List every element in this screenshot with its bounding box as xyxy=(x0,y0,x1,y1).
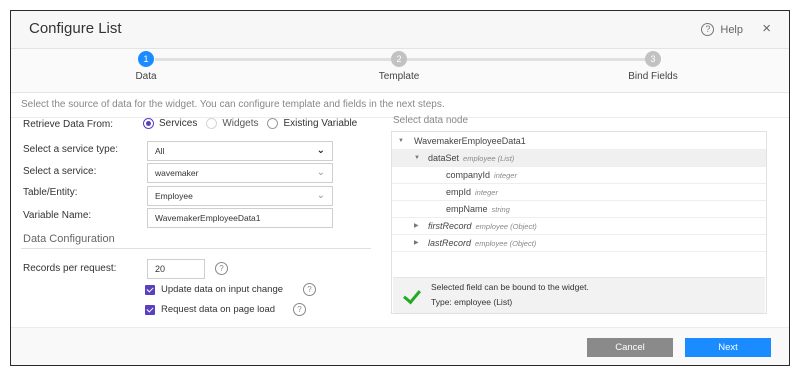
divider xyxy=(21,248,371,249)
help-icon[interactable]: ? xyxy=(215,262,228,275)
node-name: dataSet xyxy=(428,153,460,163)
step-number: 2 xyxy=(391,51,407,67)
tree-node-root[interactable]: ▼ WavemakerEmployeeData1 xyxy=(392,133,766,149)
radio-label: Widgets xyxy=(222,118,259,129)
node-type: string xyxy=(491,205,510,214)
cancel-button[interactable]: Cancel xyxy=(587,338,673,357)
step-label: Bind Fields xyxy=(628,71,678,82)
radio-services[interactable]: Services xyxy=(143,118,197,129)
dialog-title: Configure List xyxy=(29,20,122,37)
node-name: WavemakerEmployeeData1 xyxy=(414,136,526,146)
step-bind-fields[interactable]: 3 Bind Fields xyxy=(603,51,703,82)
node-type: integer xyxy=(494,171,517,180)
divider xyxy=(392,251,766,252)
data-config-title: Data Configuration xyxy=(23,233,115,245)
retrieve-label: Retrieve Data From: xyxy=(23,119,114,130)
help-button[interactable]: ? Help xyxy=(701,23,743,36)
step-data[interactable]: 1 Data xyxy=(96,51,196,82)
tree-node-lastrecord[interactable]: ▶ lastRecord employee (Object) xyxy=(392,235,766,251)
help-label: Help xyxy=(720,23,743,36)
checkbox-label: Update data on input change xyxy=(161,284,284,295)
node-name: firstRecord xyxy=(428,221,472,231)
chevron-down-icon: ⌄ xyxy=(316,167,325,178)
checkmark-icon xyxy=(403,285,421,305)
chevron-down-icon: ⌄ xyxy=(316,145,325,156)
chevron-down-icon[interactable]: ▼ xyxy=(414,150,420,166)
select-value: Employee xyxy=(155,191,193,201)
entity-select[interactable]: Employee ⌄ xyxy=(147,186,333,206)
node-name: lastRecord xyxy=(428,238,472,248)
chevron-down-icon: ⌄ xyxy=(316,190,325,201)
node-name: empName xyxy=(446,204,488,214)
dialog-header: Configure List ? Help × xyxy=(11,11,789,49)
retrieve-radio-group: Services Widgets Existing Variable xyxy=(143,118,366,129)
node-type: employee (Object) xyxy=(475,239,537,248)
step-number: 1 xyxy=(138,51,154,67)
close-icon[interactable]: × xyxy=(762,20,771,37)
configure-list-dialog: Configure List ? Help × 1 Data 2 Templat… xyxy=(10,10,790,366)
service-select[interactable]: wavemaker ⌄ xyxy=(147,163,333,183)
node-name: empId xyxy=(446,187,472,197)
message-text: Selected field can be bound to the widge… xyxy=(431,282,589,292)
next-button[interactable]: Next xyxy=(685,338,771,357)
data-node-title: Select data node xyxy=(393,115,469,126)
request-on-page-load-checkbox[interactable]: Request data on page load xyxy=(145,304,275,315)
variable-label: Variable Name: xyxy=(23,210,92,221)
message-type: Type: employee (List) xyxy=(431,297,513,307)
records-per-request-input[interactable]: 20 xyxy=(147,259,205,279)
tree-node-dataset[interactable]: ▼ dataSet employee (List) xyxy=(392,150,766,166)
node-type: integer xyxy=(475,188,498,197)
tree-node-firstrecord[interactable]: ▶ firstRecord employee (Object) xyxy=(392,218,766,234)
help-icon: ? xyxy=(701,23,715,36)
data-node-tree: ▼ WavemakerEmployeeData1 ▼ dataSet employ… xyxy=(391,131,767,314)
service-type-select[interactable]: All ⌄ xyxy=(147,141,333,161)
step-number: 3 xyxy=(645,51,661,67)
update-on-input-change-checkbox[interactable]: Update data on input change xyxy=(145,284,283,295)
variable-name-input[interactable]: WavemakerEmployeeData1 xyxy=(147,208,333,228)
records-label: Records per request: xyxy=(23,263,117,274)
entity-label: Table/Entity: xyxy=(23,187,78,198)
checkbox[interactable] xyxy=(145,304,155,315)
node-name: companyId xyxy=(446,170,491,180)
step-template[interactable]: 2 Template xyxy=(349,51,449,82)
step-label: Template xyxy=(378,71,420,82)
radio-label: Existing Variable xyxy=(283,118,358,129)
select-value: All xyxy=(155,146,165,156)
service-type-label: Select a service type: xyxy=(23,144,119,155)
checkbox-label: Request data on page load xyxy=(161,304,276,315)
radio-label: Services xyxy=(159,118,198,129)
step-label: Data xyxy=(135,71,157,82)
chevron-right-icon[interactable]: ▶ xyxy=(414,218,419,234)
radio-existing-variable[interactable]: Existing Variable xyxy=(267,118,357,129)
tree-node-empid[interactable]: empId integer xyxy=(392,184,766,200)
tree-node-empname[interactable]: empName string xyxy=(392,201,766,217)
dialog-footer: Cancel Next xyxy=(11,327,789,365)
radio-button[interactable] xyxy=(143,118,154,129)
chevron-right-icon[interactable]: ▶ xyxy=(414,235,419,251)
help-icon[interactable]: ? xyxy=(293,303,306,316)
info-text: Select the source of data for the widget… xyxy=(21,99,445,110)
service-label: Select a service: xyxy=(23,166,97,177)
radio-widgets[interactable]: Widgets xyxy=(206,118,258,129)
chevron-down-icon[interactable]: ▼ xyxy=(398,133,404,149)
select-value: wavemaker xyxy=(155,168,199,178)
checkbox[interactable] xyxy=(145,284,155,295)
binding-message: Selected field can be bound to the widge… xyxy=(393,277,765,313)
tree-node-companyid[interactable]: companyId integer xyxy=(392,167,766,183)
radio-button[interactable] xyxy=(206,118,218,129)
help-icon[interactable]: ? xyxy=(303,283,316,296)
node-type: employee (Object) xyxy=(475,222,537,231)
node-type: employee (List) xyxy=(463,154,515,163)
radio-button[interactable] xyxy=(267,118,279,129)
wizard-steps: 1 Data 2 Template 3 Bind Fields xyxy=(11,49,789,93)
